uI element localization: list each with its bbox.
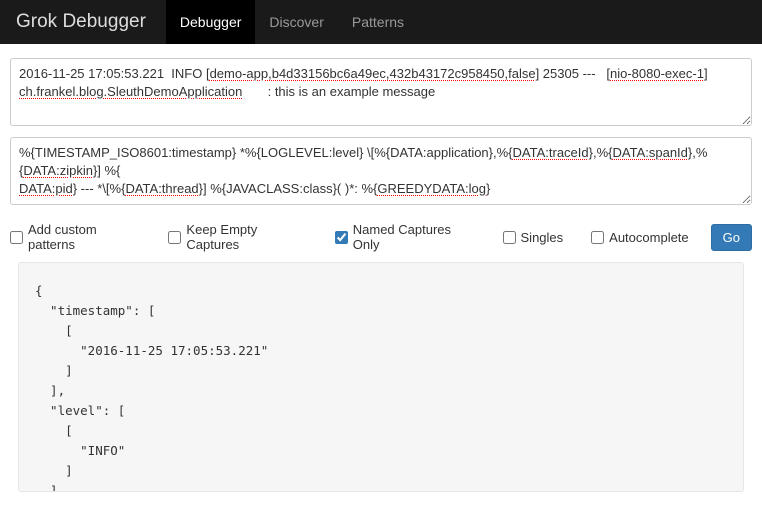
go-button[interactable]: Go <box>711 224 752 251</box>
opt-singles[interactable]: Singles <box>503 230 564 245</box>
opt-named-only[interactable]: Named Captures Only <box>335 222 481 252</box>
opt-add-custom[interactable]: Add custom patterns <box>10 222 146 252</box>
nav-tabs: Debugger Discover Patterns <box>166 0 418 44</box>
opt-keep-empty[interactable]: Keep Empty Captures <box>168 222 312 252</box>
tab-discover[interactable]: Discover <box>255 0 337 44</box>
checkbox-keep-empty[interactable] <box>168 231 181 244</box>
options-row: Add custom patterns Keep Empty Captures … <box>10 216 752 262</box>
input-wrap: 2016-11-25 17:05:53.221 INFO [demo-app,b… <box>10 58 752 137</box>
opt-label: Keep Empty Captures <box>186 222 312 252</box>
opt-label: Add custom patterns <box>28 222 146 252</box>
log-input[interactable] <box>10 58 752 126</box>
brand: Grok Debugger <box>16 11 146 33</box>
pattern-input[interactable] <box>10 137 752 205</box>
pattern-wrap: %{TIMESTAMP_ISO8601:timestamp} *%{LOGLEV… <box>10 137 752 216</box>
opt-autocomplete[interactable]: Autocomplete <box>591 230 689 245</box>
output-json: { "timestamp": [ [ "2016-11-25 17:05:53.… <box>18 262 744 492</box>
main: 2016-11-25 17:05:53.221 INFO [demo-app,b… <box>0 44 762 506</box>
checkbox-autocomplete[interactable] <box>591 231 604 244</box>
opt-label: Autocomplete <box>609 230 689 245</box>
tab-debugger[interactable]: Debugger <box>166 0 256 44</box>
checkbox-add-custom[interactable] <box>10 231 23 244</box>
opt-label: Named Captures Only <box>353 222 481 252</box>
opt-label: Singles <box>521 230 564 245</box>
checkbox-singles[interactable] <box>503 231 516 244</box>
checkbox-named-only[interactable] <box>335 231 348 244</box>
navbar: Grok Debugger Debugger Discover Patterns <box>0 0 762 44</box>
tab-patterns[interactable]: Patterns <box>338 0 418 44</box>
